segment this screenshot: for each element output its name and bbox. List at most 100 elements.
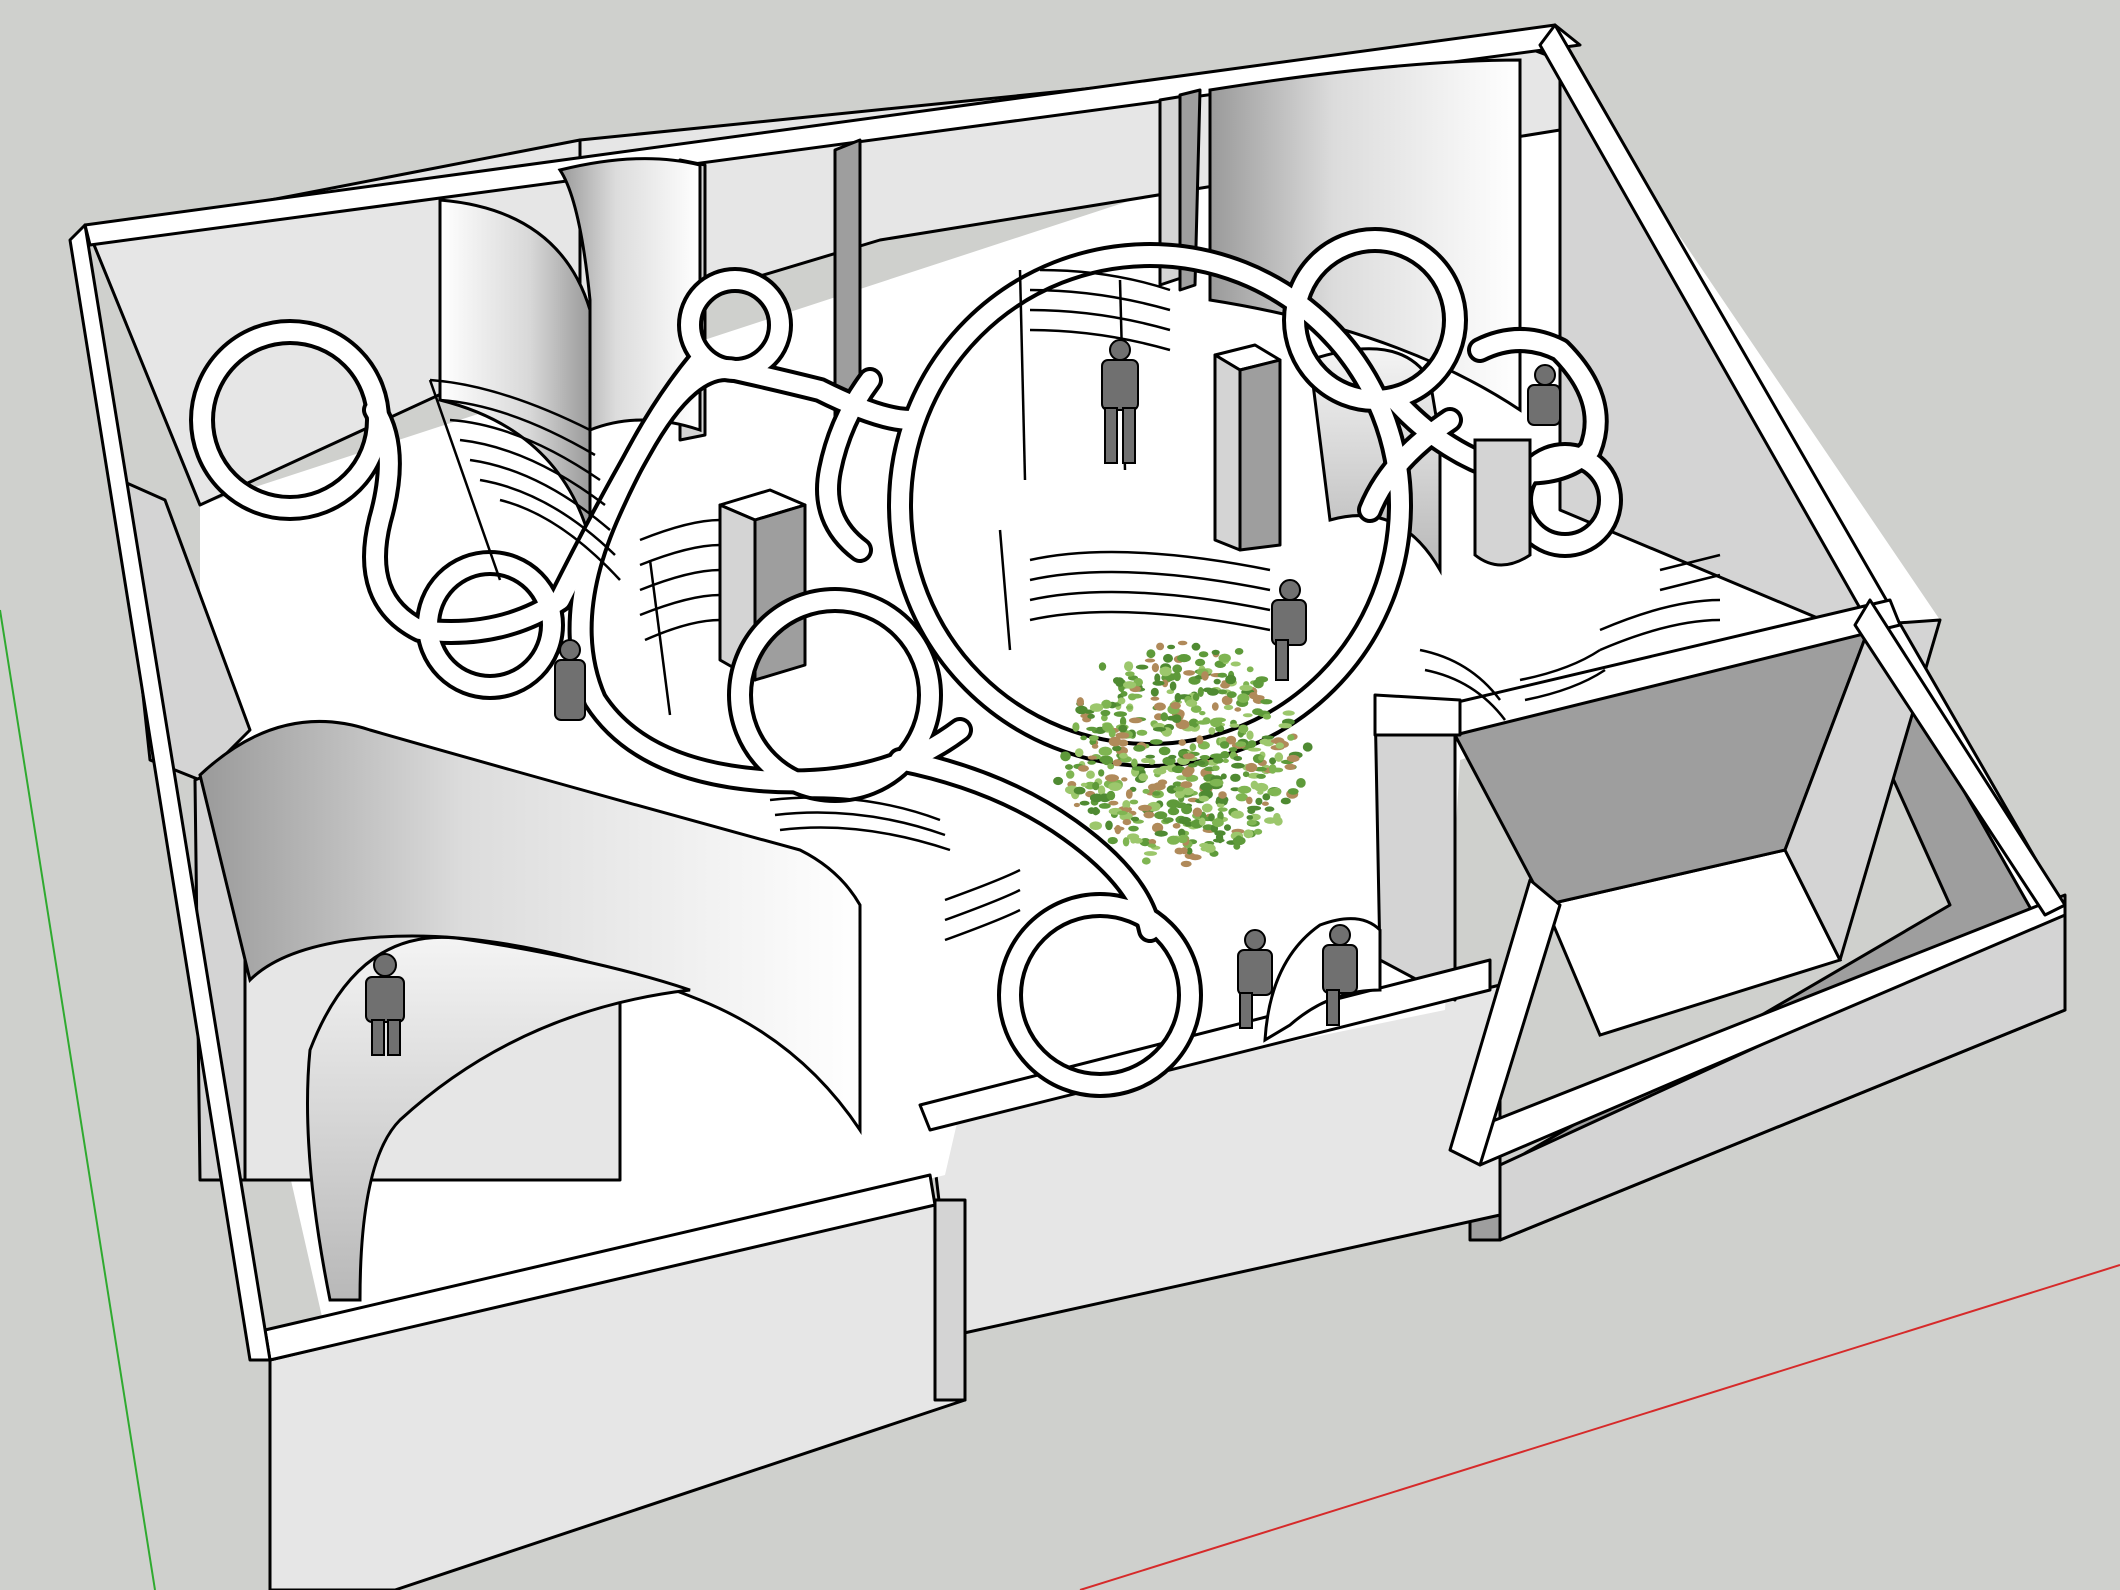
tree-leaf: [1128, 693, 1137, 701]
tree-leaf: [1142, 788, 1150, 794]
tree-leaf: [1136, 729, 1148, 736]
tree-leaf: [1286, 754, 1300, 763]
tree-leaf: [1211, 765, 1220, 771]
tree-leaf: [1272, 767, 1284, 773]
tree-leaf: [1065, 764, 1073, 770]
tree-leaf: [1074, 748, 1084, 758]
tree-leaf: [1224, 824, 1231, 831]
tree-leaf: [1149, 739, 1163, 745]
tree-leaf: [1219, 741, 1230, 749]
tree-leaf: [1053, 776, 1064, 786]
tree-leaf: [1201, 803, 1213, 813]
tree-leaf: [1217, 672, 1228, 678]
tree-leaf: [1229, 723, 1240, 728]
tree-leaf: [1181, 768, 1193, 778]
tree-leaf: [1213, 678, 1221, 685]
tree-leaf: [1124, 661, 1134, 672]
tree-leaf: [1120, 691, 1128, 697]
tree-leaf: [1089, 821, 1102, 830]
tree-leaf: [1172, 714, 1182, 723]
tree-leaf: [1079, 800, 1090, 806]
tree-leaf: [1275, 742, 1285, 749]
tree-leaf: [1073, 786, 1086, 795]
tree-leaf: [1163, 653, 1173, 663]
tree-leaf: [1106, 790, 1116, 801]
tree-leaf: [1169, 681, 1177, 691]
tree-leaf: [1246, 666, 1254, 673]
figure-4: [554, 639, 586, 721]
tree-leaf: [1211, 649, 1220, 656]
tree-leaf: [1199, 817, 1206, 826]
tree-leaf: [1092, 781, 1100, 791]
tree-leaf: [1262, 713, 1272, 720]
tree-leaf: [1230, 661, 1241, 667]
tree-leaf: [1252, 708, 1264, 716]
tree-leaf: [1182, 753, 1195, 760]
tree-leaf: [1217, 689, 1228, 695]
tree-leaf: [1258, 755, 1265, 761]
tree-leaf: [1113, 711, 1127, 717]
tree-leaf: [1131, 758, 1138, 768]
tree-leaf: [1228, 747, 1238, 752]
tree-leaf: [1167, 807, 1180, 816]
tree-leaf: [1226, 691, 1237, 698]
tree-leaf: [1154, 830, 1168, 837]
tree-leaf: [1242, 771, 1250, 778]
tree-leaf: [1089, 703, 1104, 712]
tree-leaf: [1280, 797, 1291, 805]
tree-leaf: [1274, 752, 1284, 762]
tree-leaf: [1192, 807, 1203, 817]
tree-leaf: [1077, 765, 1089, 772]
tree-leaf: [1177, 848, 1184, 855]
tree-leaf: [1151, 663, 1159, 673]
tree-leaf: [1152, 680, 1165, 686]
tree-leaf: [1066, 770, 1075, 779]
tree-leaf: [1135, 664, 1149, 670]
tree-leaf: [1098, 769, 1105, 777]
tree-leaf: [1257, 790, 1264, 795]
tree-leaf: [1153, 727, 1166, 732]
tree-leaf: [1152, 782, 1166, 791]
tree-leaf: [1287, 788, 1299, 795]
tree-leaf: [1296, 778, 1306, 788]
model-scene[interactable]: [0, 0, 2120, 1590]
tree-leaf: [1218, 653, 1231, 663]
tree-leaf: [1132, 766, 1145, 771]
tree-leaf: [1087, 755, 1097, 760]
tree-leaf: [1261, 735, 1275, 740]
tree-leaf: [1191, 642, 1201, 651]
tree-leaf: [1188, 854, 1202, 861]
tree-leaf: [1150, 696, 1160, 701]
tree-leaf: [1252, 695, 1265, 701]
tree-leaf: [1130, 816, 1140, 822]
tree-leaf: [1091, 744, 1099, 749]
tree-leaf: [1105, 820, 1113, 831]
tree-leaf: [1087, 760, 1096, 765]
tree-leaf: [1133, 837, 1143, 844]
tree-leaf: [1211, 702, 1219, 711]
cylinder: [1473, 438, 1532, 567]
tree-leaf: [1253, 828, 1263, 835]
tree-leaf: [1208, 727, 1216, 735]
tree-leaf: [1183, 670, 1195, 676]
tree-leaf: [1168, 754, 1177, 759]
tree-leaf: [1235, 741, 1247, 747]
tree-leaf: [1201, 671, 1209, 681]
3d-viewport[interactable]: [0, 0, 2120, 1590]
tree-leaf: [1152, 791, 1161, 796]
tree-leaf: [1220, 751, 1230, 759]
tree-leaf: [1121, 777, 1128, 782]
tree-leaf: [1255, 797, 1263, 806]
tree-leaf: [1217, 833, 1224, 844]
tree-leaf: [1238, 724, 1249, 734]
tree-leaf: [1239, 684, 1253, 692]
tree-leaf: [1246, 815, 1254, 820]
tree-leaf: [1261, 801, 1269, 806]
tree-leaf: [1112, 759, 1122, 767]
tree-leaf: [1231, 762, 1245, 769]
tree-leaf: [1242, 713, 1253, 718]
tree-leaf: [1115, 732, 1130, 739]
tree-leaf: [1195, 658, 1206, 667]
tree-leaf: [1267, 788, 1281, 796]
tree-leaf: [1233, 756, 1243, 761]
